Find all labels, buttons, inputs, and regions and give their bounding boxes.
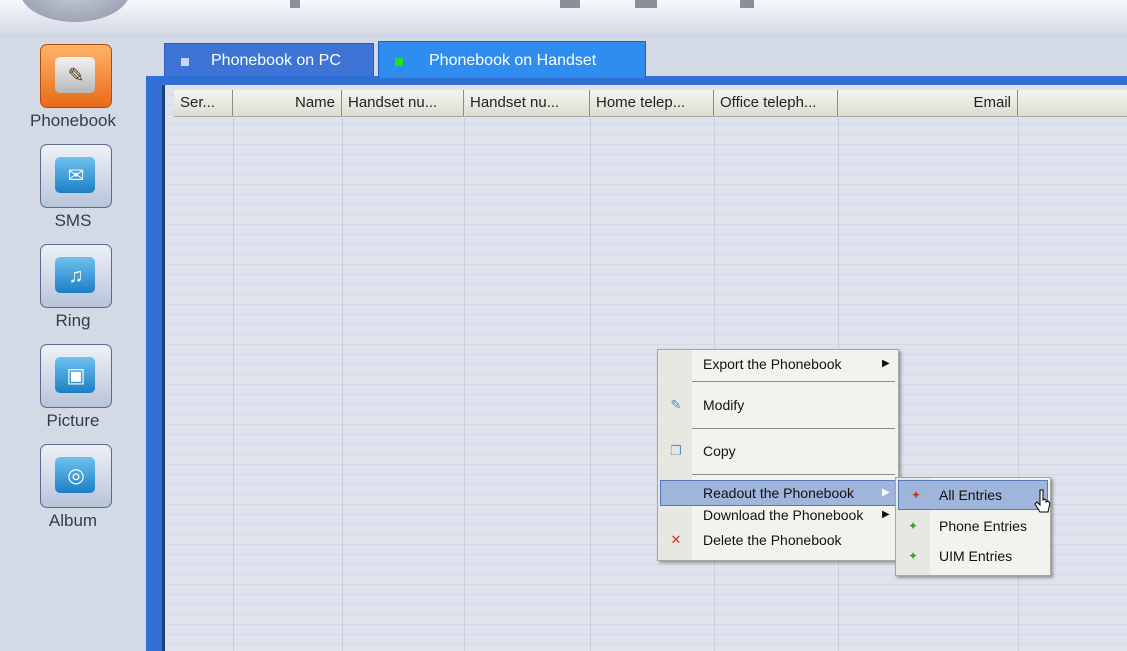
column-divider — [233, 116, 234, 651]
menu-item-download-phonebook[interactable]: Download the Phonebook ▶ — [658, 503, 898, 527]
tab-phonebook-on-handset[interactable]: Phonebook on Handset — [378, 41, 646, 78]
column-header-serial[interactable]: Ser... — [174, 90, 233, 116]
column-divider — [590, 116, 591, 651]
menu-separator — [692, 474, 895, 475]
panel-border — [146, 76, 162, 651]
menu-separator — [692, 428, 895, 429]
ring-icon: ♫ — [40, 244, 112, 308]
delete-icon: ✕ — [670, 532, 682, 547]
menu-item-label: Delete the Phonebook — [703, 532, 842, 548]
sidebar-item-phonebook[interactable]: ✎ Phonebook — [0, 40, 146, 138]
readout-submenu: ✦ All Entries ✦ Phone Entries ✦ UIM Entr… — [895, 477, 1051, 576]
sidebar-item-label: Picture — [46, 411, 100, 430]
uim-entries-icon: ✦ — [907, 549, 919, 563]
copy-icon: ❐ — [670, 443, 682, 458]
tab-label: Phonebook on PC — [211, 52, 341, 69]
menu-item-label: UIM Entries — [939, 548, 1013, 564]
app-logo — [20, 0, 130, 22]
column-header-name[interactable]: Name — [233, 90, 342, 116]
menu-item-label: Readout the Phonebook — [703, 485, 855, 501]
context-menu: Export the Phonebook ▶ ✎ Modify ❐ Copy R… — [657, 349, 899, 561]
menu-item-all-entries[interactable]: ✦ All Entries — [898, 480, 1048, 510]
table-header: Ser... Name Handset nu... Handset nu... … — [174, 90, 1127, 117]
sms-icon: ✉ — [40, 144, 112, 208]
tab-label: Phonebook on Handset — [429, 52, 597, 69]
picture-icon: ▣ — [40, 344, 112, 408]
tab-marker-icon — [181, 58, 189, 66]
sidebar-item-sms[interactable]: ✉ SMS — [0, 140, 146, 238]
menu-item-copy[interactable]: ❐ Copy — [658, 439, 898, 463]
column-header-handset-number-1[interactable]: Handset nu... — [342, 90, 464, 116]
column-header-home-telephone[interactable]: Home telep... — [590, 90, 714, 116]
menu-item-modify[interactable]: ✎ Modify — [658, 393, 898, 417]
sidebar-item-label: Phonebook — [29, 111, 117, 130]
sidebar-item-label: SMS — [54, 211, 92, 230]
menu-item-readout-phonebook[interactable]: Readout the Phonebook ▶ — [660, 480, 896, 506]
album-icon: ◎ — [40, 444, 112, 508]
menu-item-label: Modify — [703, 397, 745, 413]
toolbar-fragment — [635, 0, 657, 8]
submenu-arrow-icon: ▶ — [882, 509, 890, 520]
tab-marker-icon — [395, 58, 403, 66]
column-header-handset-number-2[interactable]: Handset nu... — [464, 90, 590, 116]
phone-entries-icon: ✦ — [907, 519, 919, 533]
toolbar-fragment — [740, 0, 754, 8]
sidebar-item-label: Album — [48, 511, 98, 530]
column-header-office-telephone[interactable]: Office teleph... — [714, 90, 838, 116]
menu-item-export-phonebook[interactable]: Export the Phonebook ▶ — [658, 352, 898, 376]
menu-item-label: Phone Entries — [939, 518, 1027, 534]
sidebar-item-album[interactable]: ◎ Album — [0, 440, 146, 538]
menu-item-label: All Entries — [939, 487, 1003, 503]
menu-item-phone-entries[interactable]: ✦ Phone Entries — [896, 512, 1050, 540]
sidebar-item-picture[interactable]: ▣ Picture — [0, 340, 146, 438]
sidebar-item-label: Ring — [55, 311, 91, 330]
menu-item-label: Copy — [703, 443, 736, 459]
column-header-email[interactable]: Email — [838, 90, 1018, 116]
menu-item-label: Export the Phonebook — [703, 356, 842, 372]
tab-phonebook-on-pc[interactable]: Phonebook on PC — [164, 43, 374, 76]
column-divider — [464, 116, 465, 651]
sidebar: ✎ Phonebook ✉ SMS ♫ Ring ▣ Picture ◎ Alb… — [0, 38, 146, 651]
menu-separator — [692, 381, 895, 382]
menu-item-delete-phonebook[interactable]: ✕ Delete the Phonebook — [658, 528, 898, 552]
toolbar-fragment — [560, 0, 580, 8]
menu-item-label: Download the Phonebook — [703, 507, 864, 523]
mouse-pointer-icon — [1034, 489, 1051, 513]
sidebar-item-ring[interactable]: ♫ Ring — [0, 240, 146, 338]
phonebook-icon: ✎ — [40, 44, 112, 108]
column-divider — [342, 116, 343, 651]
submenu-arrow-icon: ▶ — [882, 358, 890, 369]
toolbar-fragment — [290, 0, 300, 8]
menu-item-uim-entries[interactable]: ✦ UIM Entries — [896, 542, 1050, 570]
all-entries-icon: ✦ — [910, 488, 922, 502]
submenu-arrow-icon: ▶ — [882, 487, 890, 498]
top-toolbar — [0, 0, 1127, 39]
modify-icon: ✎ — [670, 397, 682, 412]
